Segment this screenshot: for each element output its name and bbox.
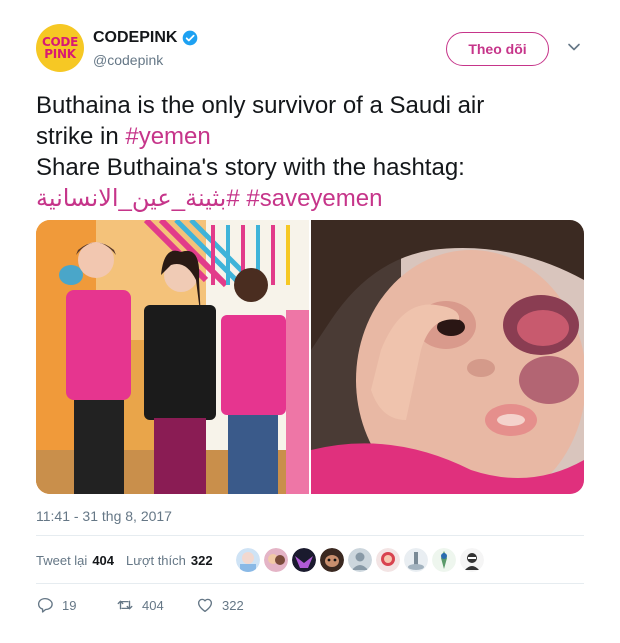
heart-icon	[197, 598, 213, 613]
author-avatar[interactable]: CODE PINK	[36, 24, 84, 72]
retweets-label: Tweet lại	[36, 552, 88, 568]
tweet-header: CODE PINK CODEPINK @codepink Theo dõi	[36, 24, 584, 76]
liker-avatars	[236, 548, 484, 572]
author-info: CODEPINK @codepink	[93, 29, 198, 68]
tweet-line-2-text: strike in	[36, 123, 126, 150]
likes-label: Lượt thích	[126, 552, 186, 568]
retweet-icon	[117, 600, 133, 610]
like-count: 322	[222, 597, 244, 613]
liker-avatar[interactable]	[432, 548, 456, 572]
hashtag-saveyemen[interactable]: #saveyemen	[246, 185, 382, 212]
liker-avatar[interactable]	[376, 548, 400, 572]
hashtag-arabic[interactable]: #بثينة_عين_الانسانية	[36, 185, 240, 212]
liker-avatar[interactable]	[320, 548, 344, 572]
retweet-button[interactable]: 404	[116, 596, 196, 614]
verified-badge-icon	[183, 30, 198, 46]
tweet-line-3: Share Buthaina's story with the hashtag:	[36, 154, 465, 181]
tweet-line-4: #بثينة_عين_الانسانية #saveyemen	[36, 183, 584, 214]
hashtag-yemen[interactable]: #yemen	[125, 123, 210, 150]
tweet-actions: 19 404 322	[36, 596, 276, 614]
avatar-text-line2: PINK	[44, 47, 76, 61]
divider-top	[36, 535, 584, 536]
liker-avatar[interactable]	[236, 548, 260, 572]
liker-avatar[interactable]	[292, 548, 316, 572]
liker-avatar[interactable]	[348, 548, 372, 572]
retweets-stat[interactable]: Tweet lại 404	[36, 553, 114, 568]
likes-count: 322	[190, 552, 213, 568]
retweets-count: 404	[92, 552, 115, 568]
reply-icon	[37, 597, 53, 613]
tweet-media	[36, 220, 584, 494]
photo-group-of-women[interactable]	[36, 220, 309, 494]
retweet-count: 404	[142, 597, 164, 613]
author-handle[interactable]: @codepink	[93, 52, 198, 68]
liker-avatar[interactable]	[404, 548, 428, 572]
likes-stat[interactable]: Lượt thích 322	[126, 553, 213, 568]
tweet-stats: Tweet lại 404 Lượt thích 322	[36, 545, 225, 575]
tweet-timestamp[interactable]: 11:41 - 31 thg 8, 2017	[36, 508, 172, 524]
tweet-line-1: Buthaina is the only survivor of a Saudi…	[36, 92, 485, 119]
photo-child-graphic	[311, 220, 584, 494]
reply-button[interactable]: 19	[36, 596, 116, 614]
chevron-down-icon[interactable]	[567, 40, 581, 54]
tweet-line-2: strike in #yemen	[36, 121, 584, 152]
author-display-name[interactable]: CODEPINK	[93, 29, 177, 47]
photo-group-graphic	[36, 220, 309, 494]
like-button[interactable]: 322	[196, 596, 276, 614]
follow-button[interactable]: Theo dõi	[446, 32, 549, 66]
photo-injured-child[interactable]	[311, 220, 584, 494]
reply-count: 19	[62, 597, 77, 613]
divider-bottom	[36, 583, 584, 584]
tweet-text: Buthaina is the only survivor of a Saudi…	[36, 90, 584, 214]
liker-avatar[interactable]	[264, 548, 288, 572]
liker-avatar[interactable]	[460, 548, 484, 572]
